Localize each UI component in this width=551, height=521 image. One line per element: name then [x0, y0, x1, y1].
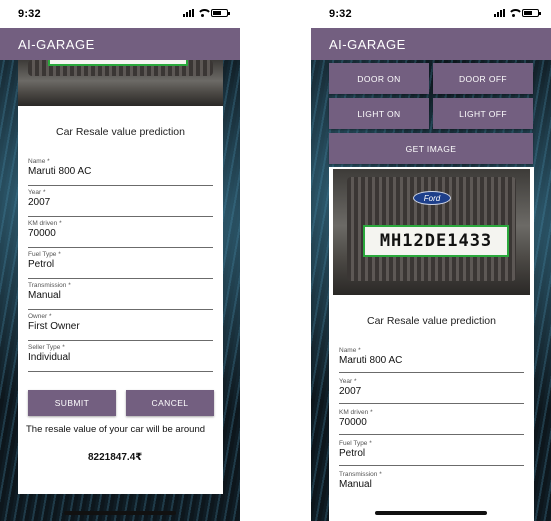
field-year[interactable]: Year * 2007 [339, 378, 524, 404]
wifi-icon [197, 9, 212, 17]
status-time: 9:32 [18, 8, 41, 20]
home-indicator[interactable] [375, 511, 487, 515]
field-value: Manual [28, 290, 61, 301]
field-value: 70000 [28, 228, 56, 239]
cancel-button[interactable]: CANCEL [126, 390, 214, 416]
field-label: Owner * [28, 313, 52, 320]
field-label: Fuel Type * [339, 440, 372, 447]
status-bar: 9:32 [0, 0, 240, 28]
car-photo [18, 60, 223, 106]
field-fuel-type[interactable]: Fuel Type * Petrol [28, 251, 213, 279]
wifi-icon [508, 9, 523, 17]
field-label: Fuel Type * [28, 251, 61, 258]
form: Name * Maruti 800 AC Year * 2007 KM driv… [339, 347, 524, 497]
status-bar: 9:32 [311, 0, 551, 28]
field-value: Petrol [28, 259, 55, 270]
field-km-driven[interactable]: KM driven * 70000 [28, 220, 213, 248]
field-year[interactable]: Year * 2007 [28, 189, 213, 217]
app-title: AI-GARAGE [18, 37, 95, 52]
field-value: Maruti 800 AC [28, 166, 92, 177]
field-label: Year * [339, 378, 357, 385]
app-bar: AI-GARAGE [311, 28, 551, 60]
get-image-button[interactable]: GET IMAGE [329, 133, 533, 164]
field-label: Name * [28, 158, 50, 165]
field-seller-type[interactable]: Seller Type * Individual [28, 344, 213, 372]
status-time: 9:32 [329, 8, 352, 20]
signal-icon [494, 9, 505, 17]
field-value: Petrol [339, 448, 366, 459]
signal-icon [183, 9, 194, 17]
section-title: Car Resale value prediction [367, 315, 496, 327]
door-off-button[interactable]: DOOR OFF [433, 63, 533, 94]
status-icons [183, 9, 230, 17]
field-owner[interactable]: Owner * First Owner [28, 313, 213, 341]
ford-logo: Ford [413, 191, 451, 205]
light-on-button[interactable]: LIGHT ON [329, 98, 429, 129]
status-icons [494, 9, 541, 17]
form: Name * Maruti 800 AC Year * 2007 KM driv… [28, 158, 213, 372]
field-fuel-type[interactable]: Fuel Type * Petrol [339, 440, 524, 466]
battery-icon [211, 9, 230, 17]
field-label: Transmission * [339, 471, 382, 478]
result-text: The resale value of your car will be aro… [26, 424, 206, 435]
field-label: KM driven * [339, 409, 373, 416]
submit-button[interactable]: SUBMIT [28, 390, 116, 416]
field-label: Year * [28, 189, 46, 196]
door-on-button[interactable]: DOOR ON [329, 63, 429, 94]
battery-icon [522, 9, 541, 17]
field-value: Manual [339, 479, 372, 490]
home-indicator[interactable] [64, 511, 176, 515]
field-label: KM driven * [28, 220, 62, 227]
field-value: Maruti 800 AC [339, 355, 403, 366]
section-title: Car Resale value prediction [56, 126, 185, 138]
phone-left: 9:32 AI-GARAGE Car Resale value predicti… [0, 0, 240, 521]
result-value: 8221847.4₹ [88, 452, 143, 463]
field-name[interactable]: Name * Maruti 800 AC [339, 347, 524, 373]
field-label: Name * [339, 347, 361, 354]
field-value: 70000 [339, 417, 367, 428]
field-km-driven[interactable]: KM driven * 70000 [339, 409, 524, 435]
app-bar: AI-GARAGE [0, 28, 240, 60]
prediction-card: Car Resale value prediction Name * Marut… [18, 60, 223, 494]
screenshot-composite: 9:32 AI-GARAGE Car Resale value predicti… [0, 0, 551, 521]
car-photo: Ford MH12DE1433 [333, 169, 530, 295]
field-value: Individual [28, 352, 71, 363]
field-label: Transmission * [28, 282, 71, 289]
prediction-card: Ford MH12DE1433 Car Resale value predict… [329, 167, 534, 521]
phone-right: 9:32 AI-GARAGE DOOR ON DOOR OFF LIGHT ON… [311, 0, 551, 521]
field-value: 2007 [28, 197, 51, 208]
field-value: First Owner [28, 321, 80, 332]
field-label: Seller Type * [28, 344, 65, 351]
field-value: 2007 [339, 386, 362, 397]
field-name[interactable]: Name * Maruti 800 AC [28, 158, 213, 186]
light-off-button[interactable]: LIGHT OFF [433, 98, 533, 129]
app-title: AI-GARAGE [329, 37, 406, 52]
field-transmission[interactable]: Transmission * Manual [28, 282, 213, 310]
license-plate [48, 60, 188, 66]
field-transmission[interactable]: Transmission * Manual [339, 471, 524, 497]
license-plate: MH12DE1433 [363, 225, 509, 257]
